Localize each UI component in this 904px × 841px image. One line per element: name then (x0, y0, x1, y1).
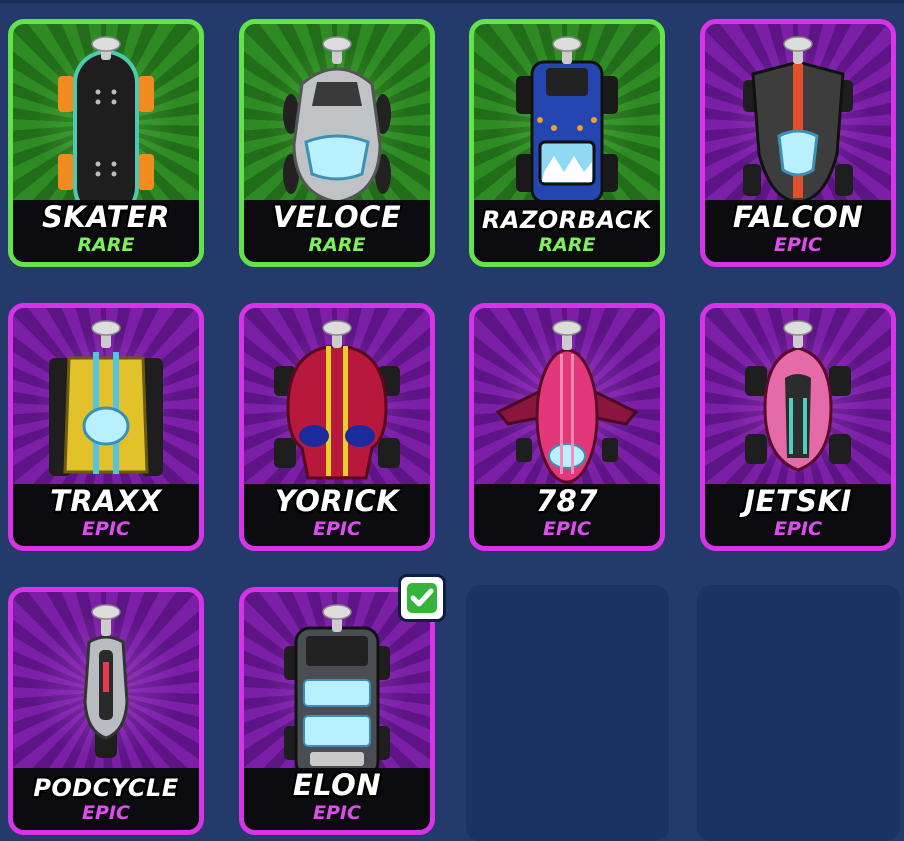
car-rarity: EPIC (313, 518, 361, 540)
car-card-veloce[interactable]: VELOCE RARE (239, 19, 435, 267)
car-card-razorback[interactable]: RAZORBACK RARE (469, 19, 665, 267)
car-name: PODCYCLE (33, 774, 179, 802)
car-card-yorick[interactable]: YORICK EPIC (239, 303, 435, 551)
car-card-787[interactable]: 787 EPIC (469, 303, 665, 551)
car-name: YORICK (274, 484, 400, 518)
car-grid: SKATER RARE VELOCE RARE RAZORBACK RARE F… (0, 0, 904, 841)
car-card-falcon[interactable]: FALCON EPIC (700, 19, 896, 267)
car-rarity: EPIC (774, 518, 822, 540)
car-rarity: EPIC (774, 234, 822, 256)
car-rarity: RARE (538, 234, 596, 256)
car-rarity: RARE (77, 234, 135, 256)
car-name: TRAXX (50, 484, 162, 518)
checkmark-icon (407, 583, 437, 613)
car-card-elon[interactable]: ELON EPIC (239, 587, 435, 835)
car-card-skater[interactable]: SKATER RARE (8, 19, 204, 267)
empty-slot (697, 585, 900, 841)
car-name: 787 (535, 484, 599, 518)
car-name: RAZORBACK (481, 206, 653, 234)
car-rarity: EPIC (82, 518, 130, 540)
car-name: JETSKI (744, 484, 852, 518)
car-card-jetski[interactable]: JETSKI EPIC (700, 303, 896, 551)
car-rarity: EPIC (543, 518, 591, 540)
empty-slot (466, 585, 669, 841)
car-name: SKATER (42, 200, 170, 234)
car-rarity: EPIC (82, 802, 130, 824)
car-rarity: EPIC (313, 802, 361, 824)
car-name: VELOCE (272, 200, 402, 234)
selected-badge (398, 574, 446, 622)
car-rarity: RARE (308, 234, 366, 256)
car-card-traxx[interactable]: TRAXX EPIC (8, 303, 204, 551)
car-card-podcycle[interactable]: PODCYCLE EPIC (8, 587, 204, 835)
car-name: FALCON (732, 200, 864, 234)
car-name: ELON (292, 768, 382, 802)
